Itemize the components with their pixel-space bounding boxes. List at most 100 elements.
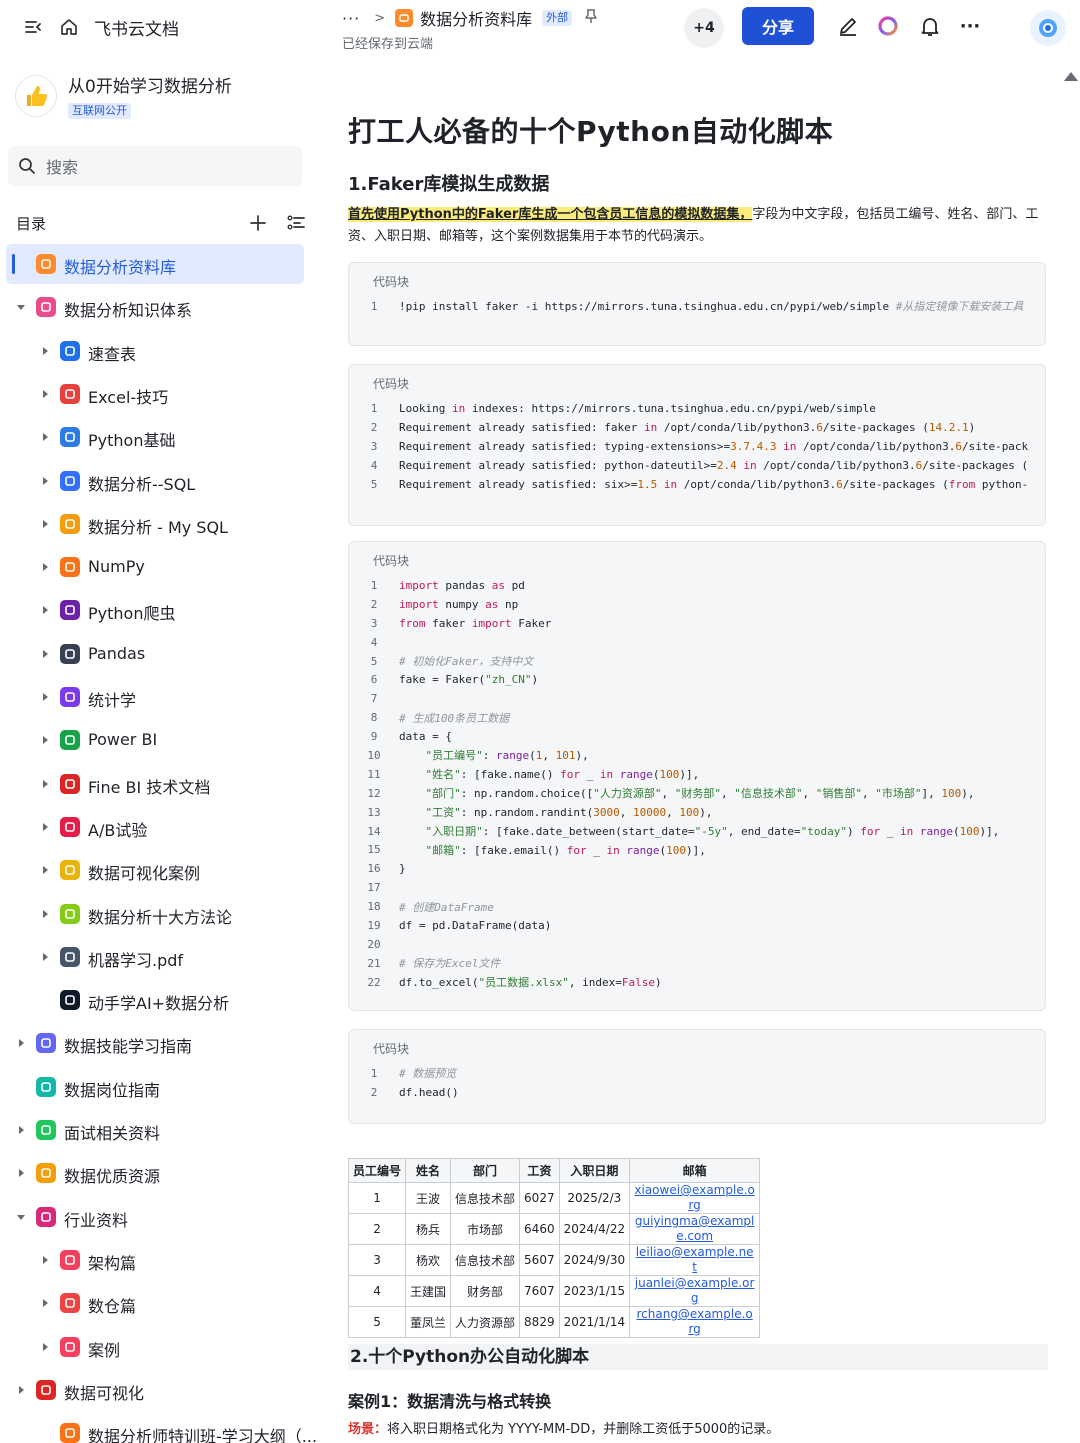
sidebar-item[interactable]: 数据分析 - My SQL (0, 504, 318, 544)
sidebar-item[interactable]: 行业资料 (0, 1197, 318, 1237)
sidebar-item[interactable]: 数据分析资料库 (6, 244, 304, 284)
sidebar-item-label: 案例 (88, 1341, 121, 1360)
folder-orange-icon (36, 254, 56, 274)
home-icon[interactable] (58, 16, 80, 38)
email-link[interactable]: rchang@example.org (629, 1306, 761, 1338)
brand-name[interactable]: 飞书云文档 (94, 15, 179, 40)
bell-icon[interactable] (918, 14, 942, 38)
code-line: 2 import numpy as np (349, 595, 1045, 614)
caret-right-icon[interactable] (40, 692, 50, 702)
breadcrumb-more[interactable]: ··· (342, 9, 360, 28)
sidebar-item[interactable]: NumPy (0, 547, 318, 587)
sidebar-item[interactable]: 数据岗位指南 (0, 1067, 318, 1107)
sidebar-item[interactable]: 面试相关资料 (0, 1110, 318, 1150)
share-button[interactable]: 分享 (742, 7, 814, 45)
sidebar-item[interactable]: 数据分析知识体系 (0, 287, 318, 327)
sidebar-item[interactable]: Python爬虫 (0, 590, 318, 630)
sidebar-item[interactable]: 数据技能学习指南 (0, 1023, 318, 1063)
caret-right-icon[interactable] (16, 1168, 26, 1178)
sidebar-item[interactable]: Pandas (0, 634, 318, 674)
caret-right-icon[interactable] (40, 865, 50, 875)
caret-right-icon[interactable] (40, 649, 50, 659)
sidebar-item[interactable]: 动手学AI+数据分析 (0, 980, 318, 1020)
caret-down-icon[interactable] (16, 302, 26, 312)
caret-right-icon[interactable] (40, 389, 50, 399)
sidebar-item[interactable]: 数据分析--SQL (0, 461, 318, 501)
sidebar-item[interactable]: 数据分析师特训班-学习大纲（... (0, 1413, 318, 1443)
sidebar-item[interactable]: 统计学 (0, 677, 318, 717)
ai-assistant-icon[interactable] (876, 14, 900, 38)
sidebar-item[interactable]: A/B试验 (0, 807, 318, 847)
save-status: 已经保存到云端 (342, 37, 434, 52)
sidebar-item[interactable]: 架构篇 (0, 1240, 318, 1280)
table-cell: 2024/4/22 (558, 1213, 631, 1245)
more-options-icon[interactable]: ··· (958, 14, 982, 38)
line-number: 2 (370, 597, 378, 611)
caret-right-icon[interactable] (40, 909, 50, 919)
toc-outline-icon[interactable] (286, 213, 306, 233)
code-block-generate-data[interactable]: 代码块 1 import pandas as pd 2 import numpy as… (348, 541, 1046, 1011)
sidebar-item[interactable]: 数据分析十大方法论 (0, 894, 318, 934)
table-header-cell: 入职日期 (558, 1158, 631, 1183)
table-cell: 2025/2/3 (558, 1182, 631, 1214)
caret-right-icon[interactable] (40, 562, 50, 572)
caret-down-icon[interactable] (16, 1212, 26, 1222)
search-input[interactable]: 搜索 (8, 146, 302, 186)
user-avatar[interactable] (1030, 10, 1066, 46)
collaborators-count[interactable]: +4 (684, 8, 724, 48)
code-lines: 1 import pandas as pd 2 import numpy as np 3… (349, 576, 1045, 992)
caret-right-icon[interactable] (40, 952, 50, 962)
sidebar-item[interactable]: 数据可视化案例 (0, 850, 318, 890)
code-text: # 初始化Faker，支持中文 (399, 655, 534, 668)
caret-right-icon[interactable] (40, 1298, 50, 1308)
line-number: 6 (370, 673, 378, 687)
collapse-sidebar-icon[interactable] (22, 16, 44, 38)
edit-icon[interactable] (836, 14, 860, 38)
caret-right-icon[interactable] (40, 476, 50, 486)
caret-right-icon[interactable] (40, 605, 50, 615)
caret-right-icon[interactable] (16, 1038, 26, 1048)
caret-right-icon[interactable] (40, 779, 50, 789)
caret-right-icon[interactable] (40, 735, 50, 745)
caret-right-icon[interactable] (16, 1125, 26, 1135)
caret-right-icon[interactable] (40, 432, 50, 442)
code-block-install[interactable]: 代码块 1 !pip install faker -i https://mirro… (348, 262, 1046, 346)
sidebar-item[interactable]: Fine BI 技术文档 (0, 764, 318, 804)
sidebar-item[interactable]: Excel-技巧 (0, 374, 318, 414)
add-icon[interactable] (248, 213, 268, 233)
email-link[interactable]: leiliao@example.net (629, 1244, 761, 1276)
pin-icon[interactable] (584, 8, 598, 28)
scroll-up-arrow-icon[interactable] (1064, 72, 1078, 81)
sidebar-item[interactable]: 案例 (0, 1327, 318, 1367)
magnifier-emoji-icon (60, 341, 80, 361)
sidebar-item-label: 数仓篇 (88, 1297, 137, 1316)
caret-right-icon[interactable] (16, 1385, 26, 1395)
code-text: Requirement already satisfied: typing-ex… (399, 439, 1029, 453)
caret-right-icon[interactable] (40, 1342, 50, 1352)
email-link[interactable]: juanlei@example.org (629, 1275, 761, 1307)
line-number: 15 (367, 843, 381, 857)
email-link[interactable]: guiyingma@example.com (629, 1213, 761, 1245)
sidebar-item-label: 架构篇 (88, 1254, 137, 1273)
caret-right-icon[interactable] (40, 519, 50, 529)
sidebar-item[interactable]: 速查表 (0, 331, 318, 371)
breadcrumb-doc-title[interactable]: 数据分析资料库 (420, 6, 532, 30)
sidebar-item[interactable]: Python基础 (0, 417, 318, 457)
caret-right-icon[interactable] (40, 346, 50, 356)
code-block-preview[interactable]: 代码块 1 # 数据预览 2 df.head() (348, 1029, 1046, 1124)
table-cell: 2024/9/30 (558, 1244, 631, 1276)
sidebar-item[interactable]: 机器学习.pdf (0, 937, 318, 977)
code-text: fake = Faker("zh_CN") (399, 673, 539, 687)
table-cell: 6027 (519, 1182, 560, 1214)
sidebar-item[interactable]: 数仓篇 (0, 1283, 318, 1323)
sidebar-item-label: 动手学AI+数据分析 (88, 994, 230, 1013)
caret-right-icon[interactable] (40, 1255, 50, 1265)
caret-right-icon[interactable] (40, 822, 50, 832)
sidebar-item-label: 数据分析资料库 (64, 258, 177, 277)
code-block-output[interactable]: 代码块 1 Looking in indexes: https://mirrors… (348, 364, 1046, 526)
sidebar-item[interactable]: 数据优质资源 (0, 1153, 318, 1193)
sidebar-item[interactable]: Power BI (0, 720, 318, 760)
email-link[interactable]: xiaowei@example.org (629, 1182, 761, 1214)
wiki-space-header[interactable]: 从0开始学习数据分析 互联网公开 (16, 76, 232, 119)
sidebar-item[interactable]: 数据可视化 (0, 1370, 318, 1410)
